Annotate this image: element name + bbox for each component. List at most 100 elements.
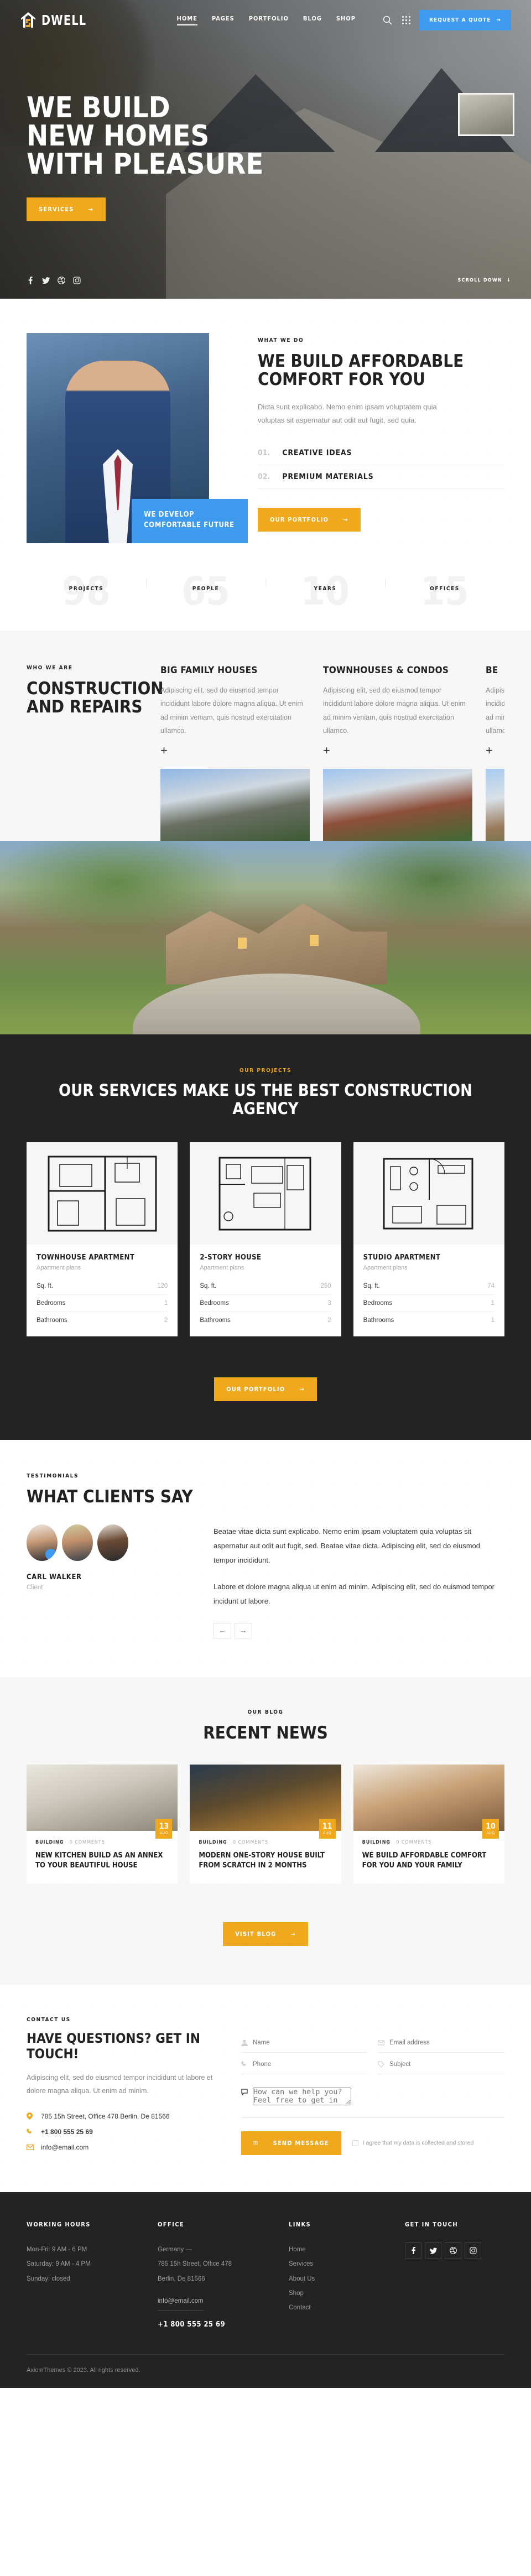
footer-link-contact[interactable]: Contact — [289, 2301, 388, 2315]
grid-menu-icon[interactable] — [402, 15, 410, 24]
checkbox-box[interactable] — [352, 2140, 358, 2146]
plan-card[interactable]: 2-STORY HOUSE Apartment plans Sq. ft. 25… — [190, 1142, 341, 1337]
news-headline[interactable]: NEW KITCHEN BUILD AS AN ANNEX TO YOUR BE… — [35, 1851, 169, 1871]
dribbble-icon[interactable] — [58, 277, 65, 284]
send-message-button[interactable]: ✉ SEND MESSAGE — [241, 2131, 341, 2155]
news-eyebrow: OUR BLOG — [247, 1709, 284, 1715]
counter-label: PROJECTS — [69, 586, 104, 592]
visit-blog-button[interactable]: VISIT BLOG → — [223, 1922, 308, 1946]
what-we-do-portfolio-button[interactable]: OUR PORTFOLIO → — [258, 508, 361, 532]
plan-title: TOWNHOUSE APARTMENT — [37, 1253, 135, 1262]
floor-plan-drawing — [27, 1142, 178, 1245]
floor-plan-drawing — [190, 1142, 341, 1245]
news-category[interactable]: BUILDING — [35, 1840, 64, 1845]
spec-value: 1 — [491, 1300, 494, 1307]
message-input[interactable] — [253, 2087, 351, 2105]
footer-link-home[interactable]: Home — [289, 2242, 388, 2257]
plan-card[interactable]: TOWNHOUSE APARTMENT Apartment plans Sq. … — [27, 1142, 178, 1337]
news-date-badge: 13 AUG — [155, 1819, 173, 1839]
dribbble-icon[interactable] — [445, 2242, 461, 2259]
news-headline[interactable]: MODERN ONE-STORY HOUSE BUILT FROM SCRATC… — [199, 1851, 332, 1871]
footer-link-services[interactable]: Services — [289, 2257, 388, 2271]
footer-link-shop[interactable]: Shop — [289, 2286, 388, 2301]
news-day: 11 — [322, 1822, 332, 1831]
avatar[interactable] — [62, 1524, 93, 1561]
plan-spec-row: Bathrooms 1 — [363, 1312, 494, 1329]
plan-card[interactable]: STUDIO APARTMENT Apartment plans Sq. ft.… — [353, 1142, 504, 1337]
facebook-icon[interactable] — [405, 2242, 421, 2259]
news-category[interactable]: BUILDING — [199, 1840, 227, 1845]
news-card[interactable]: 13 AUG BUILDING 0 Comments NEW KITCHEN B… — [27, 1765, 178, 1883]
service-card[interactable]: TOWNHOUSES & CONDOS Adipiscing elit, sed… — [323, 665, 472, 841]
list-item[interactable]: 02. PREMIUM MATERIALS — [258, 465, 504, 490]
list-item[interactable]: 01. CREATIVE IDEAS — [258, 441, 504, 466]
contact-email-row[interactable]: info@email.com — [27, 2143, 215, 2151]
footer-phone[interactable]: +1 800 555 25 69 — [158, 2320, 272, 2329]
news-card[interactable]: 11 AUG BUILDING 0 Comments MODERN ONE-ST… — [190, 1765, 341, 1883]
search-icon[interactable] — [382, 14, 393, 25]
testimonials-section: TESTIMONIALS WHAT CLIENTS SAY quote-icon… — [0, 1440, 531, 1677]
spec-label: Bedrooms — [200, 1300, 229, 1307]
avatar[interactable]: quote-icon — [27, 1524, 58, 1561]
message-field[interactable] — [241, 2080, 504, 2118]
email-input[interactable] — [389, 2039, 504, 2046]
nav-item-home[interactable]: HOME — [176, 15, 198, 25]
scroll-down-indicator[interactable]: SCROLL DOWN ↓ — [457, 278, 511, 283]
footer-link-about[interactable]: About Us — [289, 2272, 388, 2286]
footer-email-link[interactable]: info@email.com — [158, 2294, 204, 2311]
request-quote-button[interactable]: REQUEST A QUOTE → — [419, 9, 511, 30]
avatar[interactable] — [97, 1524, 128, 1561]
phone-input[interactable] — [253, 2060, 368, 2068]
news-card[interactable]: 10 AUG BUILDING 0 Comments WE BUILD AFFO… — [353, 1765, 504, 1883]
subject-field[interactable] — [378, 2055, 504, 2074]
prev-arrow-icon[interactable]: ← — [214, 1622, 231, 1638]
service-card[interactable]: BIG FAMILY HOUSES Adipiscing elit, sed d… — [160, 665, 310, 841]
service-card[interactable]: BE Adipiscing elit, sed do eiusmod tempo… — [486, 665, 504, 841]
footer-heading: GET IN TOUCH — [405, 2220, 459, 2228]
spec-value: 2 — [327, 1317, 331, 1324]
email-field[interactable] — [378, 2033, 504, 2053]
contact-phone-row[interactable]: +1 800 555 25 69 — [27, 2128, 215, 2136]
nav-item-blog[interactable]: BLOG — [303, 15, 322, 25]
instagram-icon[interactable] — [73, 277, 81, 284]
plus-icon[interactable]: + — [160, 744, 310, 757]
news-comments: 0 Comments — [69, 1840, 105, 1846]
arrow-right-icon: → — [290, 1930, 296, 1938]
nav-item-portfolio[interactable]: PORTFOLIO — [249, 15, 289, 25]
plan-card-body: TOWNHOUSE APARTMENT Apartment plans Sq. … — [27, 1245, 178, 1336]
plan-spec-row: Sq. ft. 120 — [37, 1278, 168, 1295]
item-label: CREATIVE IDEAS — [282, 449, 352, 458]
hero-services-button[interactable]: SERVICES → — [27, 197, 106, 221]
hero-thumbnail-image[interactable] — [458, 93, 514, 136]
hero-section: DWELL HOME PAGES PORTFOLIO BLOG SHOP REQ… — [0, 0, 531, 299]
contact-form: ✉ SEND MESSAGE I agree that my data is c… — [241, 2017, 504, 2159]
consent-checkbox[interactable]: I agree that my data is collected and st… — [352, 2140, 473, 2146]
twitter-icon[interactable] — [425, 2242, 441, 2259]
hero-title-line-3: WITH PLEASURE — [27, 147, 264, 181]
nav-item-shop[interactable]: SHOP — [336, 15, 356, 25]
nav-item-pages[interactable]: PAGES — [212, 15, 235, 25]
facebook-icon[interactable] — [27, 277, 34, 284]
contact-address-row: 785 15h Street, Office 478 Berlin, De 81… — [27, 2112, 215, 2120]
projects-portfolio-button[interactable]: OUR PORTFOLIO → — [214, 1377, 317, 1402]
name-field[interactable] — [241, 2033, 368, 2053]
spec-label: Sq. ft. — [37, 1283, 54, 1290]
plus-icon[interactable]: + — [486, 744, 504, 757]
subject-input[interactable] — [389, 2060, 504, 2068]
projects-eyebrow: OUR PROJECTS — [239, 1067, 292, 1074]
brand-logo[interactable]: DWELL — [20, 11, 94, 29]
instagram-icon[interactable] — [465, 2242, 481, 2259]
card-text: Adipiscing elit, sed do eiusmod tempor i… — [160, 686, 303, 735]
news-headline[interactable]: WE BUILD AFFORDABLE COMFORT FOR YOU AND … — [362, 1851, 496, 1871]
mail-icon — [378, 2039, 384, 2046]
plus-icon[interactable]: + — [323, 744, 472, 757]
name-input[interactable] — [253, 2039, 368, 2046]
spec-value: 74 — [487, 1283, 494, 1290]
next-arrow-icon[interactable]: → — [235, 1622, 252, 1638]
working-hours-line: Sunday: closed — [27, 2275, 70, 2282]
news-image: 11 AUG — [190, 1765, 341, 1839]
news-category[interactable]: BUILDING — [362, 1840, 391, 1845]
phone-field[interactable] — [241, 2055, 368, 2074]
testimonials-body: quote-icon CARL WALKER Client Beatae vit… — [27, 1524, 504, 1638]
twitter-icon[interactable] — [42, 277, 50, 284]
